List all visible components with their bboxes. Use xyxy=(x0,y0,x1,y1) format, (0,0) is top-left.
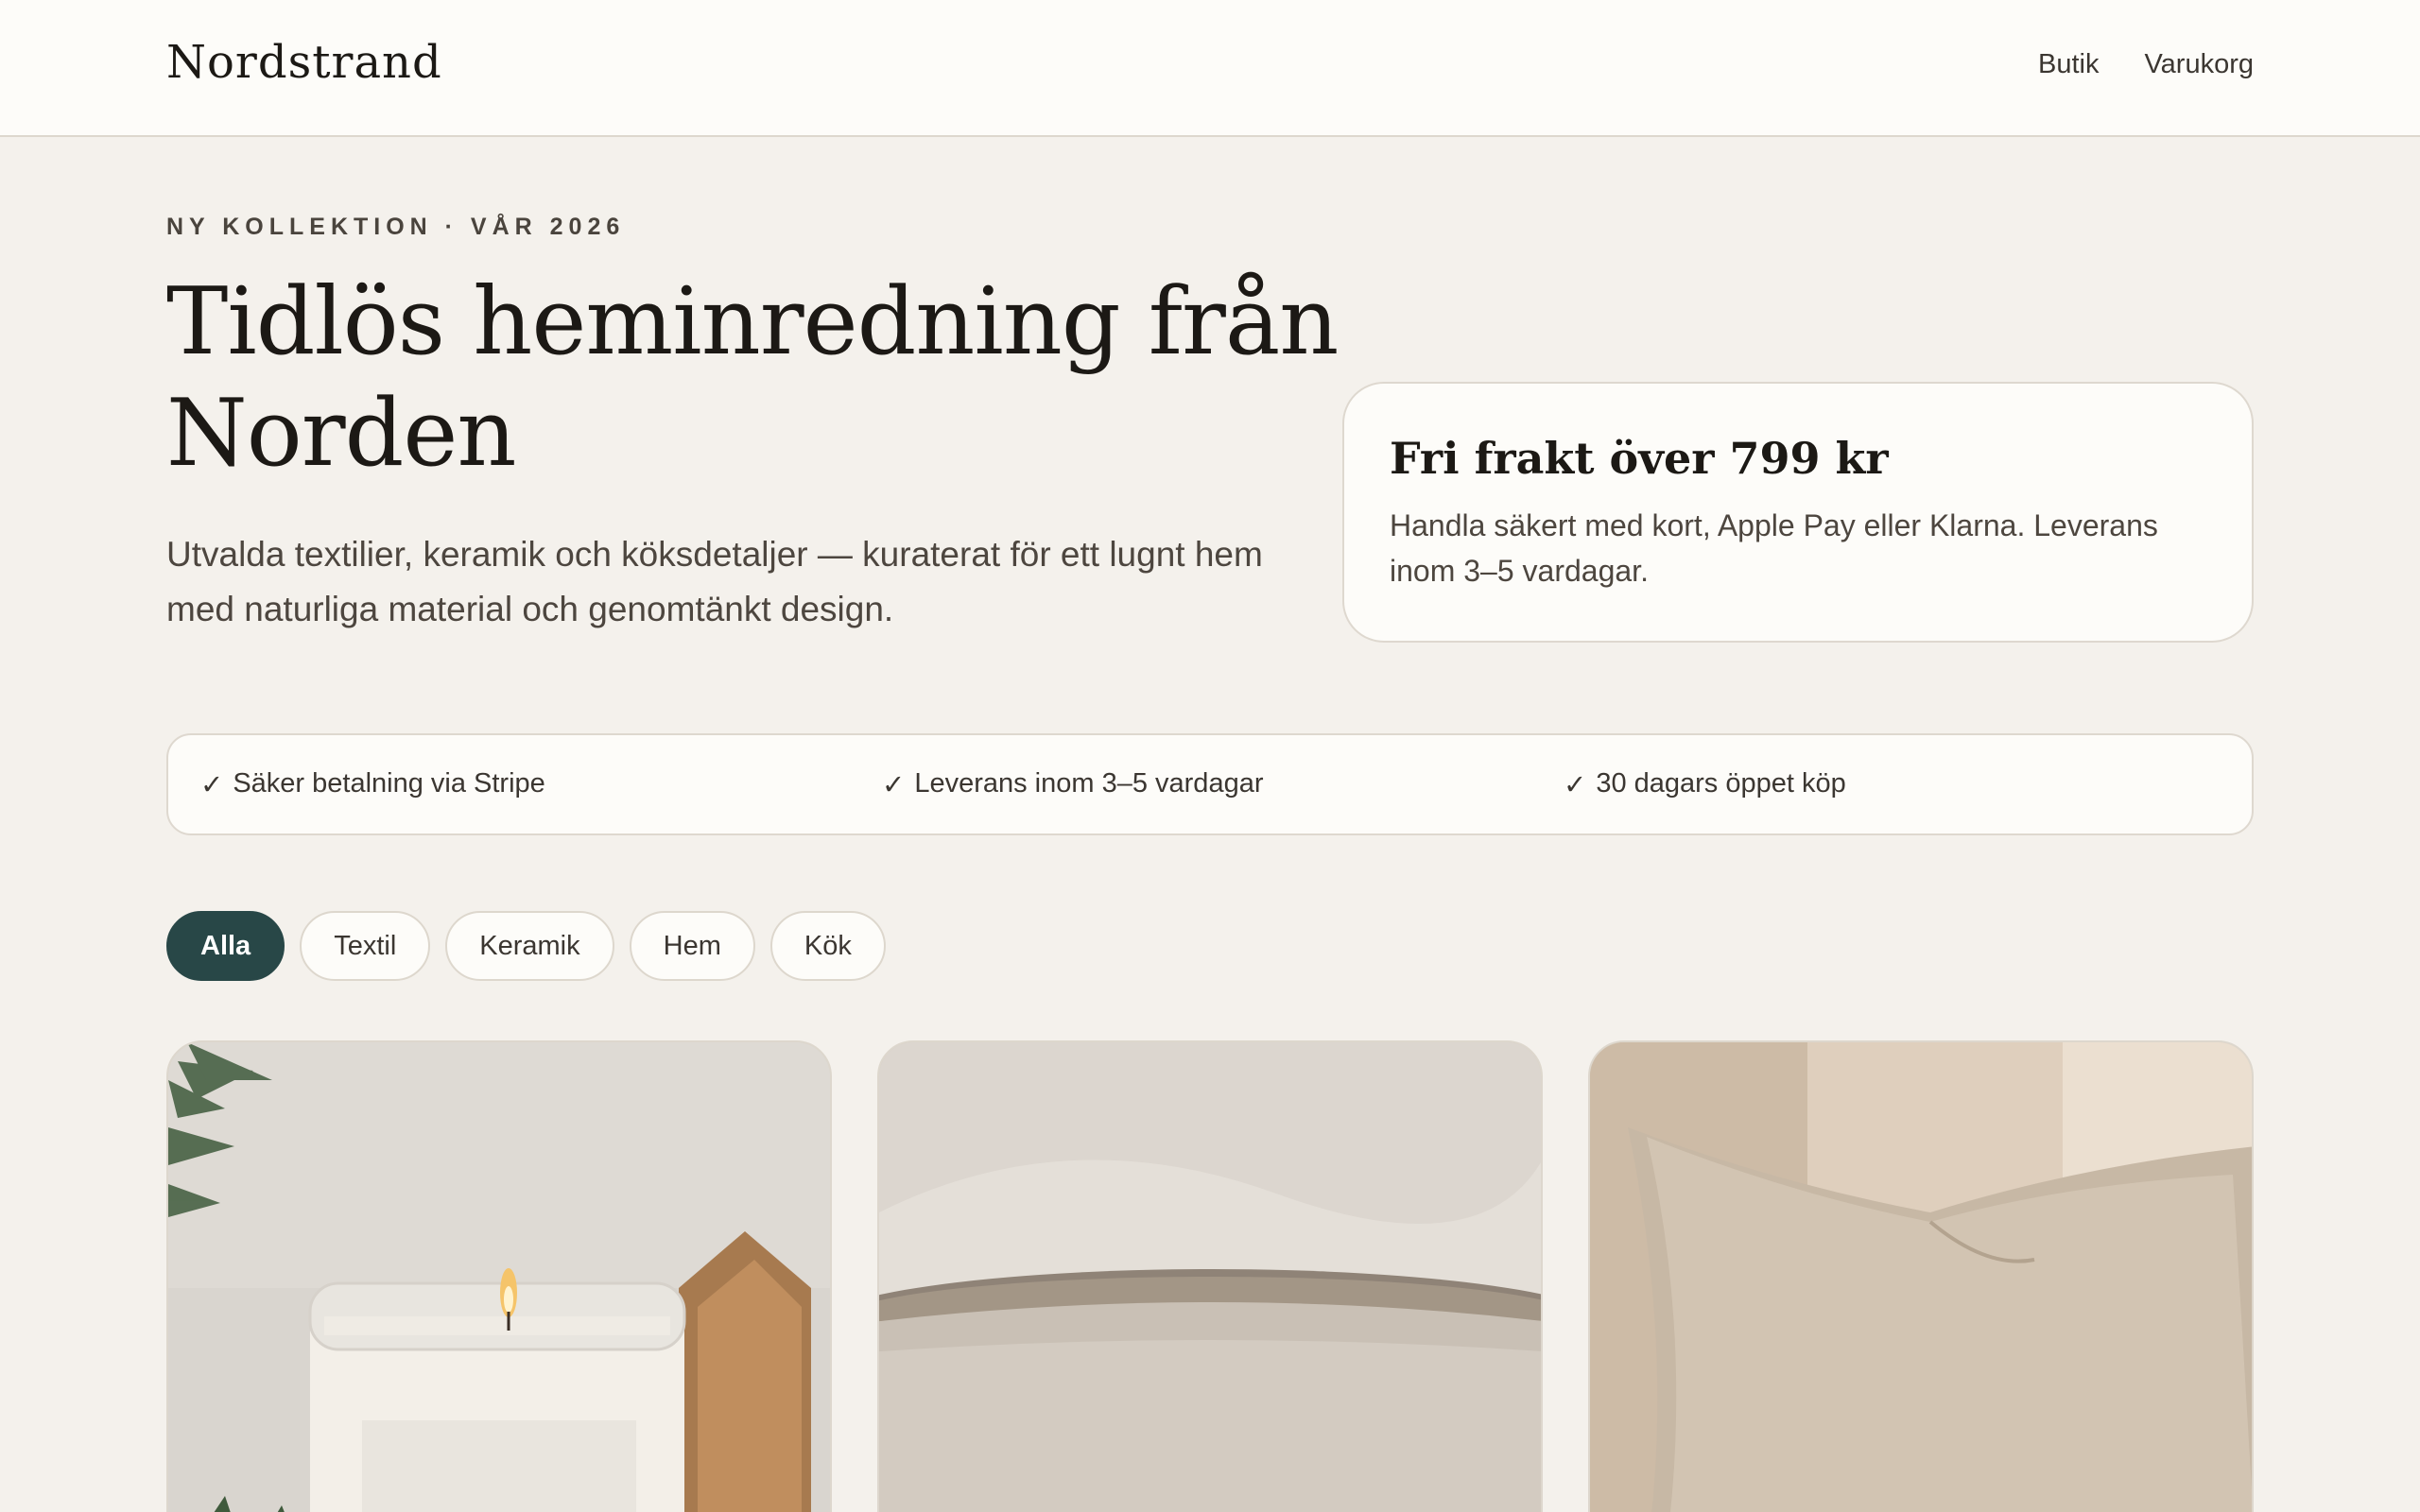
benefit-text: 30 dagars öppet köp xyxy=(1596,767,1846,799)
category-filters: Alla Textil Keramik Hem Kök xyxy=(166,911,886,981)
filter-chip-hem[interactable]: Hem xyxy=(629,911,755,981)
hero-title: Tidlös heminredning från Norden xyxy=(166,268,1339,488)
ceramic-bowl-image xyxy=(879,1042,1541,1512)
product-card-bowl[interactable] xyxy=(877,1040,1543,1512)
check-icon: ✓ xyxy=(200,769,224,800)
shipping-card: Fri frakt över 799 kr Handla säkert med … xyxy=(1342,382,2254,643)
benefits-bar: ✓ Säker betalning via Stripe ✓ Leverans … xyxy=(166,733,2254,835)
filter-chip-alla[interactable]: Alla xyxy=(166,911,285,981)
filter-chip-textil[interactable]: Textil xyxy=(300,911,431,981)
benefit-item: ✓ 30 dagars öppet köp xyxy=(1564,768,2245,801)
product-card-candle[interactable] xyxy=(166,1040,832,1512)
check-icon: ✓ xyxy=(1564,769,1587,800)
filter-chip-kok[interactable]: Kök xyxy=(769,911,886,981)
check-icon: ✓ xyxy=(882,769,906,800)
hero-lede: Utvalda textilier, keramik och köksdetal… xyxy=(166,535,1263,628)
filter-chip-keramik[interactable]: Keramik xyxy=(445,911,614,981)
benefit-text: Leverans inom 3–5 vardagar xyxy=(914,767,1264,799)
nav-link-butik[interactable]: Butik xyxy=(2038,49,2099,80)
shipping-card-title: Fri frakt över 799 kr xyxy=(1390,433,1889,484)
nav-link-varukorg[interactable]: Varukorg xyxy=(2144,49,2254,80)
shipping-card-text: Handla säkert med kort, Apple Pay eller … xyxy=(1390,508,2158,588)
benefit-text: Säker betalning via Stripe xyxy=(233,767,545,799)
candle-image xyxy=(168,1042,830,1512)
product-card-cushion[interactable] xyxy=(1588,1040,2254,1512)
brand-logo[interactable]: Nordstrand xyxy=(166,36,442,89)
benefit-item: ✓ Säker betalning via Stripe xyxy=(200,768,882,801)
benefit-item: ✓ Leverans inom 3–5 vardagar xyxy=(882,768,1564,801)
top-bar: Nordstrand Butik Varukorg xyxy=(0,0,2420,137)
hero-eyebrow: NY KOLLEKTION · VÅR 2026 xyxy=(166,214,626,240)
linen-cushion-image xyxy=(1590,1042,2252,1512)
main-nav: Butik Varukorg xyxy=(2038,49,2254,80)
